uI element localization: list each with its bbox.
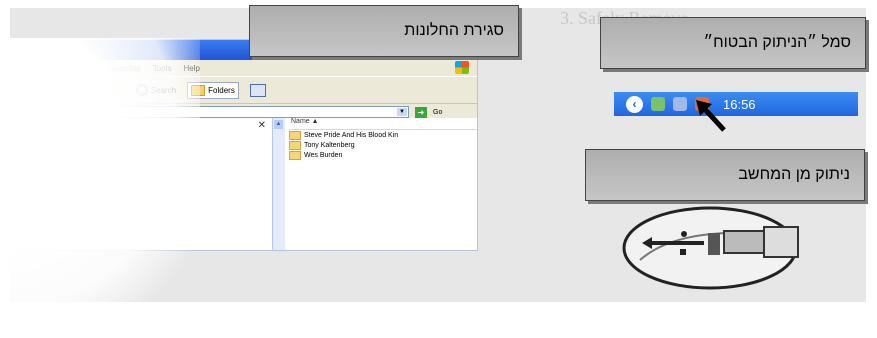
window-body: ✕ nts rd ▲ Name ▲ Steve Pride And His Bl…: [22, 118, 477, 250]
folders-button[interactable]: Folders: [187, 81, 239, 99]
callout-disconnect: ניתוק מן המחשב: [585, 149, 865, 201]
menu-tools[interactable]: Tools: [153, 64, 172, 73]
search-icon: [135, 84, 148, 96]
back-button[interactable]: Back: [28, 81, 69, 99]
callout-text: סמל ״הניתוק הבטוח״: [703, 34, 851, 51]
folders-label: Folders: [208, 85, 235, 95]
callout-text: ניתוק מן המחשב: [738, 166, 850, 183]
forward-icon: [79, 83, 94, 97]
go-icon[interactable]: ➜: [415, 106, 427, 118]
window-title: Music: [47, 44, 79, 56]
folders-icon: [191, 84, 206, 96]
search-button[interactable]: Search: [133, 82, 179, 98]
folder-icon: [28, 44, 42, 56]
folder-icon: [289, 130, 301, 140]
close-icon[interactable]: ✕: [258, 120, 266, 131]
tray-chevron-icon[interactable]: ‹: [626, 95, 643, 113]
windows-logo-icon: [455, 61, 469, 74]
folder-icon: [289, 140, 301, 150]
explorer-window: Music File Edit View Favorites Tools Hel…: [22, 40, 477, 250]
menu-help[interactable]: Help: [183, 64, 199, 73]
folder-icon: [289, 150, 301, 160]
callout-text: סגירת החלונות: [404, 22, 504, 39]
search-label: Search: [150, 85, 177, 95]
scroll-up-icon[interactable]: ▲: [274, 120, 283, 129]
list-item[interactable]: Steve Pride And His Blood Kin: [289, 130, 477, 140]
address-dropdown-icon[interactable]: ▼: [397, 108, 407, 116]
file-name: Tony Kaltenberg: [304, 141, 355, 149]
go-label[interactable]: Go: [433, 109, 442, 116]
back-icon: [31, 83, 45, 97]
up-folder-icon: [107, 84, 122, 96]
list-item[interactable]: Tony Kaltenberg: [289, 140, 477, 150]
callout-safe-remove-icon: סמל ״הניתוק הבטוח״: [600, 17, 866, 69]
file-name: Wes Burden: [304, 151, 343, 159]
scrollbar[interactable]: ▲: [272, 118, 285, 250]
network-icon[interactable]: [673, 97, 687, 111]
system-tray: ‹ 16:56: [614, 92, 858, 116]
menu-favorites[interactable]: Favorites: [108, 64, 141, 73]
menu-edit[interactable]: Edit: [53, 64, 67, 73]
list-item[interactable]: Wes Burden: [289, 150, 477, 160]
menu-view[interactable]: View: [79, 64, 96, 73]
arrow-icon: [696, 100, 726, 132]
address-path: E:\Music: [86, 108, 113, 116]
column-header-name[interactable]: Name ▲: [289, 118, 477, 130]
menu-file[interactable]: File: [28, 64, 41, 73]
views-icon: [249, 83, 266, 97]
up-button[interactable]: [105, 83, 125, 98]
address-field[interactable]: E:\Music ▼: [64, 106, 409, 118]
usb-plug-icon: [622, 206, 799, 290]
forward-button[interactable]: [77, 81, 97, 99]
safely-remove-icon[interactable]: [651, 97, 665, 111]
file-name: Steve Pride And His Blood Kin: [304, 131, 399, 139]
file-list: Name ▲ Steve Pride And His Blood Kin Ton…: [285, 118, 477, 250]
callout-close-windows: סגירת החלונות: [249, 5, 519, 57]
folders-pane: ✕ nts rd: [22, 118, 272, 250]
views-button[interactable]: [247, 82, 269, 99]
left-pane-text: rd: [122, 163, 129, 170]
toolbar: Back Search Folders: [22, 76, 477, 104]
menu-bar: File Edit View Favorites Tools Help: [22, 60, 477, 76]
address-folder-icon: [69, 106, 83, 118]
back-label: Back: [48, 85, 66, 95]
left-pane-text: nts: [82, 140, 92, 147]
